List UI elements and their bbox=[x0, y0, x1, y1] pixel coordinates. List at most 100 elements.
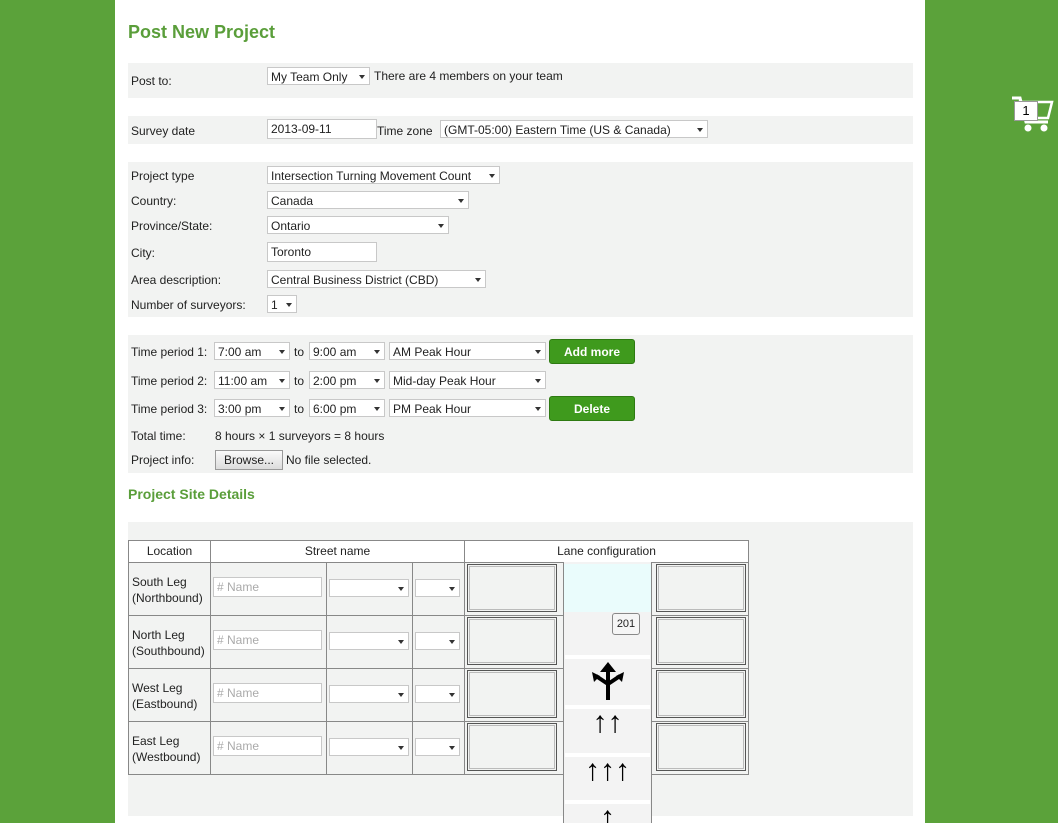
west-leg-direction: (Eastbound) bbox=[132, 697, 198, 711]
time-period-2-to-value: 2:00 pm bbox=[313, 374, 357, 388]
west-leg-street-input[interactable]: # Name bbox=[213, 683, 322, 703]
through-left-right-lane-icon[interactable] bbox=[590, 660, 626, 702]
west-leg-street-type-select[interactable] bbox=[329, 685, 409, 703]
south-leg-street-type-select[interactable] bbox=[329, 579, 409, 597]
time-period-3-to-label: to bbox=[294, 402, 305, 416]
time-period-3-from-value: 3:00 pm bbox=[218, 402, 262, 416]
single-through-lane-icon[interactable]: ↑ bbox=[563, 803, 652, 823]
cart-count-badge[interactable]: 1 bbox=[1014, 101, 1038, 121]
lane-drop-target[interactable] bbox=[564, 564, 651, 612]
east-leg-street-type-select[interactable] bbox=[329, 738, 409, 756]
south-leg-street-input[interactable]: # Name bbox=[213, 577, 322, 597]
north-leg-direction-select[interactable] bbox=[415, 632, 460, 650]
street-name-header: Street name bbox=[210, 540, 465, 563]
west-leg-location-cell: West Leg (Eastbound) bbox=[128, 668, 211, 722]
south-leg-lane-left-box[interactable] bbox=[467, 564, 557, 612]
north-leg-label: North Leg (Southbound) bbox=[132, 627, 205, 659]
total-time-label: Total time: bbox=[131, 429, 186, 443]
post-to-value: My Team Only bbox=[271, 70, 348, 84]
west-leg-name: West Leg bbox=[132, 681, 183, 695]
time-period-3-name-select[interactable]: PM Peak Hour bbox=[389, 399, 546, 417]
time-period-2-name-select[interactable]: Mid-day Peak Hour bbox=[389, 371, 546, 389]
east-leg-direction-select[interactable] bbox=[415, 738, 460, 756]
time-period-1-to-label: to bbox=[294, 345, 305, 359]
north-leg-location-cell: North Leg (Southbound) bbox=[128, 615, 211, 669]
surveyors-select[interactable]: 1 bbox=[267, 295, 297, 313]
area-description-value: Central Business District (CBD) bbox=[271, 273, 439, 287]
main-content: Post New Project Post to: My Team Only T… bbox=[115, 0, 925, 823]
south-leg-direction-select[interactable] bbox=[415, 579, 460, 597]
time-zone-label: Time zone bbox=[377, 124, 433, 138]
page-title: Post New Project bbox=[128, 22, 276, 42]
province-select[interactable]: Ontario bbox=[267, 216, 449, 234]
east-leg-label: East Leg (Westbound) bbox=[132, 733, 200, 765]
area-description-select[interactable]: Central Business District (CBD) bbox=[267, 270, 486, 288]
three-through-lanes-icon[interactable]: ↑↑↑ bbox=[563, 756, 652, 786]
time-period-3-name-value: PM Peak Hour bbox=[393, 402, 472, 416]
north-leg-street-type-select[interactable] bbox=[329, 632, 409, 650]
time-period-2-from-select[interactable]: 11:00 am bbox=[214, 371, 290, 389]
lane-separator bbox=[565, 655, 650, 659]
time-period-1-name-select[interactable]: AM Peak Hour bbox=[389, 342, 546, 360]
time-zone-value: (GMT-05:00) Eastern Time (US & Canada) bbox=[444, 123, 671, 137]
country-select[interactable]: Canada bbox=[267, 191, 469, 209]
add-more-button[interactable]: Add more bbox=[549, 339, 635, 364]
survey-date-label: Survey date bbox=[131, 124, 196, 138]
country-label: Country: bbox=[131, 194, 177, 208]
project-info-label: Project info: bbox=[131, 453, 195, 467]
time-period-1-from-select[interactable]: 7:00 am bbox=[214, 342, 290, 360]
site-details-heading: Project Site Details bbox=[128, 486, 255, 502]
project-details-section bbox=[128, 162, 913, 317]
east-leg-name: East Leg bbox=[132, 734, 180, 748]
north-leg-lane-right-box[interactable] bbox=[656, 617, 746, 665]
file-status-text: No file selected. bbox=[286, 453, 372, 467]
city-label: City: bbox=[131, 246, 155, 260]
time-period-3-to-value: 6:00 pm bbox=[313, 402, 357, 416]
time-period-2-label: Time period 2: bbox=[131, 374, 208, 388]
south-leg-lane-right-box[interactable] bbox=[656, 564, 746, 612]
project-type-label: Project type bbox=[131, 169, 195, 183]
west-leg-direction-select[interactable] bbox=[415, 685, 460, 703]
location-header: Location bbox=[128, 540, 211, 563]
surveyors-label: Number of surveyors: bbox=[131, 298, 246, 312]
time-period-1-from-value: 7:00 am bbox=[218, 345, 262, 359]
lane-configuration-header: Lane configuration bbox=[464, 540, 749, 563]
east-leg-lane-right-box[interactable] bbox=[656, 723, 746, 771]
north-leg-lane-left-box[interactable] bbox=[467, 617, 557, 665]
city-input[interactable]: Toronto bbox=[267, 242, 377, 262]
east-leg-direction: (Westbound) bbox=[132, 750, 201, 764]
east-leg-street-input[interactable]: # Name bbox=[213, 736, 322, 756]
south-leg-name: South Leg bbox=[132, 575, 187, 589]
time-period-3-to-select[interactable]: 6:00 pm bbox=[309, 399, 385, 417]
survey-date-input[interactable]: 2013-09-11 bbox=[267, 119, 377, 139]
team-members-note: There are 4 members on your team bbox=[374, 69, 563, 83]
time-period-1-label: Time period 1: bbox=[131, 345, 208, 359]
north-leg-street-input[interactable]: # Name bbox=[213, 630, 322, 650]
total-time-value: 8 hours × 1 surveyors = 8 hours bbox=[215, 429, 385, 443]
province-label: Province/State: bbox=[131, 219, 213, 233]
time-zone-select[interactable]: (GMT-05:00) Eastern Time (US & Canada) bbox=[440, 120, 708, 138]
west-leg-lane-right-box[interactable] bbox=[656, 670, 746, 718]
time-period-2-name-value: Mid-day Peak Hour bbox=[393, 374, 496, 388]
time-period-2-to-select[interactable]: 2:00 pm bbox=[309, 371, 385, 389]
delete-button[interactable]: Delete bbox=[549, 396, 635, 421]
post-to-select[interactable]: My Team Only bbox=[267, 67, 370, 85]
west-leg-lane-left-box[interactable] bbox=[467, 670, 557, 718]
time-period-3-from-select[interactable]: 3:00 pm bbox=[214, 399, 290, 417]
east-leg-lane-left-box[interactable] bbox=[467, 723, 557, 771]
lane-count-tooltip: 201 bbox=[612, 613, 640, 635]
country-value: Canada bbox=[271, 194, 314, 208]
time-period-2-to-label: to bbox=[294, 374, 305, 388]
project-type-select[interactable]: Intersection Turning Movement Count bbox=[267, 166, 500, 184]
time-period-1-to-select[interactable]: 9:00 am bbox=[309, 342, 385, 360]
time-period-1-to-value: 9:00 am bbox=[313, 345, 357, 359]
north-leg-direction: (Southbound) bbox=[132, 644, 205, 658]
south-leg-label: South Leg (Northbound) bbox=[132, 574, 203, 606]
south-leg-location-cell: South Leg (Northbound) bbox=[128, 562, 211, 616]
browse-button[interactable]: Browse... bbox=[215, 450, 284, 470]
project-type-value: Intersection Turning Movement Count bbox=[271, 169, 472, 183]
two-through-lanes-icon[interactable]: ↑↑ bbox=[563, 708, 652, 738]
north-leg-name: North Leg bbox=[132, 628, 185, 642]
time-period-3-label: Time period 3: bbox=[131, 402, 208, 416]
post-to-label: Post to: bbox=[131, 74, 172, 88]
